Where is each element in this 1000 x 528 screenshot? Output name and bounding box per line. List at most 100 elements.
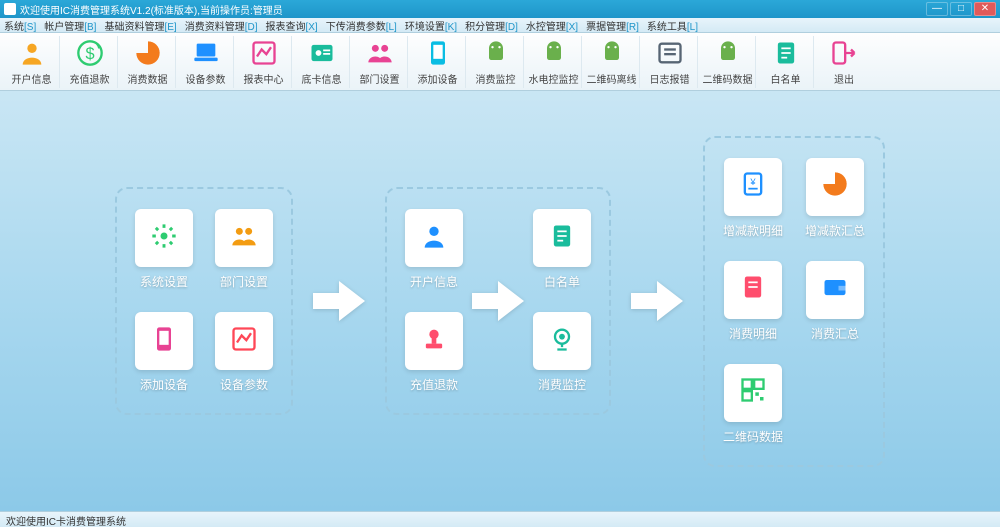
- card-tile: [724, 364, 782, 422]
- tool-label: 白名单: [771, 71, 801, 86]
- open-account-btn[interactable]: 开户信息: [4, 36, 60, 88]
- recharge-btn[interactable]: $ 充值退款: [62, 36, 118, 88]
- consume-detail-card[interactable]: 消费明细: [723, 261, 783, 342]
- menu-item[interactable]: 报表查询[X]: [265, 18, 317, 33]
- arrow-icon: [631, 281, 683, 321]
- qr-data-card[interactable]: 二维码数据: [723, 364, 783, 445]
- menu-item[interactable]: 积分管理[D]: [465, 18, 518, 33]
- wallet-icon: [821, 273, 849, 306]
- menu-item[interactable]: 系统[S]: [4, 18, 36, 33]
- add-device-btn[interactable]: 添加设备: [410, 36, 466, 88]
- pie-icon: [132, 37, 164, 69]
- tool-label: 日志报错: [650, 71, 690, 86]
- menubar: 系统[S] 帐户管理[B] 基础资料管理[E] 消费资料管理[D] 报表查询[X] 下传消…: [0, 18, 1000, 33]
- group-settings: 系统设置 部门设置添加设备设备参数: [115, 187, 293, 415]
- device-icon: [422, 37, 454, 69]
- card-label: 开户信息: [410, 273, 458, 290]
- maximize-button[interactable]: □: [950, 2, 972, 16]
- hydro-btn[interactable]: 水电控监控: [526, 36, 582, 88]
- card-tile: [215, 312, 273, 370]
- open-account-card[interactable]: 开户信息: [405, 209, 463, 290]
- card-label: 设备参数: [220, 376, 268, 393]
- user-icon: [16, 37, 48, 69]
- android-icon: [596, 37, 628, 69]
- tool-label: 底卡信息: [302, 71, 342, 86]
- content-area: 系统设置 部门设置添加设备设备参数 开户信息 白名单充值退款 消费监控 ¥ 增减款明细 增…: [0, 91, 1000, 511]
- tool-label: 添加设备: [418, 71, 458, 86]
- users-icon: [364, 37, 396, 69]
- menu-item[interactable]: 水控管理[X]: [526, 18, 578, 33]
- recharge-card[interactable]: 充值退款: [405, 312, 463, 393]
- menu-item[interactable]: 下传消费参数[L]: [326, 18, 397, 33]
- toolbar: 开户信息 $ 充值退款消费数据设备参数报表中心 底卡信息 部门设置 添加设备 消费监控水电控…: [0, 33, 1000, 91]
- card-tile: [405, 209, 463, 267]
- qr-icon: [739, 376, 767, 409]
- app-icon: [4, 3, 16, 15]
- consume-btn[interactable]: 消费数据: [120, 36, 176, 88]
- close-button[interactable]: ✕: [974, 2, 996, 16]
- tool-label: 二维码离线: [587, 71, 637, 86]
- card-label: 白名单: [544, 273, 580, 290]
- card-tile: [533, 312, 591, 370]
- card-tile: [806, 261, 864, 319]
- window-title: 欢迎使用IC消费管理系统V1.2(标准版本),当前操作员:管理员: [20, 2, 924, 17]
- menu-item[interactable]: 环境设置[K]: [405, 18, 457, 33]
- exit-btn[interactable]: 退出: [816, 36, 872, 88]
- android-icon: [480, 37, 512, 69]
- report-btn[interactable]: 报表中心: [236, 36, 292, 88]
- whitelist-btn[interactable]: 白名单: [758, 36, 814, 88]
- device-param-btn[interactable]: 设备参数: [178, 36, 234, 88]
- card-label: 消费明细: [729, 325, 777, 342]
- sys-settings-card[interactable]: 系统设置: [135, 209, 193, 290]
- cam-icon: [548, 325, 576, 358]
- android-icon: [538, 37, 570, 69]
- device-icon: [150, 325, 178, 358]
- tool-label: 退出: [834, 71, 854, 86]
- inc-detail-card[interactable]: ¥ 增减款明细: [723, 158, 783, 239]
- add-device-card[interactable]: 添加设备: [135, 312, 193, 393]
- qr-btn[interactable]: 二维码离线: [584, 36, 640, 88]
- dept-btn[interactable]: 部门设置: [352, 36, 408, 88]
- tool-label: 消费监控: [476, 71, 516, 86]
- id-icon: [306, 37, 338, 69]
- minimize-button[interactable]: —: [926, 2, 948, 16]
- stamp-icon: [420, 325, 448, 358]
- menu-item[interactable]: 系统工具[L]: [647, 18, 698, 33]
- tool-label: 部门设置: [360, 71, 400, 86]
- tool-label: 二维码数据: [703, 71, 753, 86]
- list-icon: [654, 37, 686, 69]
- card-btn[interactable]: 底卡信息: [294, 36, 350, 88]
- card-label: 部门设置: [220, 273, 268, 290]
- card-tile: [533, 209, 591, 267]
- tool-label: 开户信息: [12, 71, 52, 86]
- tool-label: 水电控监控: [529, 71, 579, 86]
- arrow-icon: [313, 281, 365, 321]
- consume-summary-card[interactable]: 消费汇总: [805, 261, 865, 342]
- tool-label: 充值退款: [70, 71, 110, 86]
- tool-label: 报表中心: [244, 71, 284, 86]
- whitelist-card[interactable]: 白名单: [533, 209, 591, 290]
- users-icon: [230, 222, 258, 255]
- receipt2-icon: [739, 273, 767, 306]
- qr-data-btn[interactable]: 二维码数据: [700, 36, 756, 88]
- dept-settings-card[interactable]: 部门设置: [215, 209, 273, 290]
- device-param-card[interactable]: 设备参数: [215, 312, 273, 393]
- monitor-card[interactable]: 消费监控: [533, 312, 591, 393]
- titlebar: 欢迎使用IC消费管理系统V1.2(标准版本),当前操作员:管理员 — □ ✕: [0, 0, 1000, 18]
- card-label: 系统设置: [140, 273, 188, 290]
- card-tile: ¥: [724, 158, 782, 216]
- card-tile: [215, 209, 273, 267]
- menu-item[interactable]: 基础资料管理[E]: [104, 18, 176, 33]
- menu-item[interactable]: 票据管理[R]: [586, 18, 639, 33]
- inc-summary-card[interactable]: 增减款汇总: [805, 158, 865, 239]
- log-btn[interactable]: 日志报错: [642, 36, 698, 88]
- menu-item[interactable]: 消费资料管理[D]: [185, 18, 258, 33]
- card-label: 增减款明细: [723, 222, 783, 239]
- status-text: 欢迎使用IC卡消费管理系统: [6, 517, 126, 528]
- menu-item[interactable]: 帐户管理[B]: [44, 18, 96, 33]
- consume-monitor-btn[interactable]: 消费监控: [468, 36, 524, 88]
- dollar-icon: $: [74, 37, 106, 69]
- card-label: 充值退款: [410, 376, 458, 393]
- doc-icon: [770, 37, 802, 69]
- android-icon: [712, 37, 744, 69]
